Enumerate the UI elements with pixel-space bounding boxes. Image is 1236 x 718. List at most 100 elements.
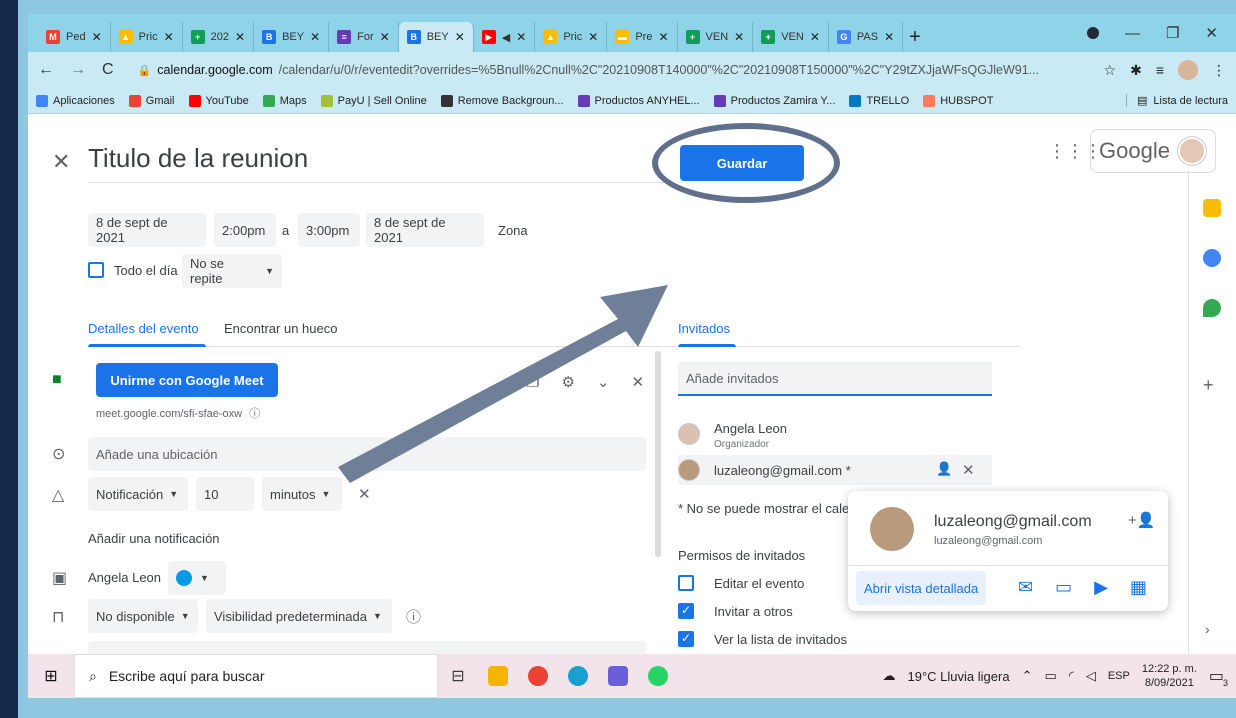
event-title-input[interactable]: Titulo de la reunion xyxy=(88,143,668,183)
open-detail-button[interactable]: Abrir vista detallada xyxy=(856,571,987,605)
taskbar-search[interactable]: ⌕ Escribe aquí para buscar xyxy=(74,654,438,698)
weather-text[interactable]: 19°C Lluvia ligera xyxy=(908,669,1010,684)
perm-invite-checkbox[interactable] xyxy=(678,603,694,619)
video-icon[interactable]: ▶ xyxy=(1094,577,1108,598)
visibility-dropdown[interactable]: Visibilidad predeterminada ▼ xyxy=(206,599,392,633)
tab-close-icon[interactable]: ✕ xyxy=(810,30,820,44)
all-day-checkbox[interactable] xyxy=(88,262,104,278)
extensions-icon[interactable]: ✱ xyxy=(1130,62,1142,79)
tab-close-icon[interactable]: ✕ xyxy=(516,30,526,44)
clock[interactable]: 12:22 p. m. 8/09/2021 xyxy=(1142,662,1197,691)
address-bar[interactable]: 🔒 calendar.google.com/calendar/u/0/r/eve… xyxy=(129,57,1088,83)
add-notification-link[interactable]: Añadir una notificación xyxy=(88,531,220,546)
browser-tab[interactable]: + VEN ✕ xyxy=(678,22,754,52)
tab-close-icon[interactable]: ✕ xyxy=(734,30,744,44)
record-icon[interactable] xyxy=(1086,27,1099,39)
maps-icon[interactable] xyxy=(1203,299,1221,317)
task-view-icon[interactable]: ⊟ xyxy=(438,654,478,698)
tab-close-icon[interactable]: ✕ xyxy=(92,30,102,44)
browser-tab[interactable]: B BEY ✕ xyxy=(398,22,474,52)
bookmark-item[interactable]: Aplicaciones xyxy=(36,94,115,107)
bookmark-item[interactable]: YouTube xyxy=(188,94,249,107)
notification-value-input[interactable]: 10 xyxy=(196,477,254,511)
tray-chevron-icon[interactable]: ⌃ xyxy=(1022,668,1033,684)
new-tab-icon[interactable]: + xyxy=(909,22,921,52)
bookmark-item[interactable]: Gmail xyxy=(128,94,175,107)
browser-tab[interactable]: + VEN ✕ xyxy=(753,22,829,52)
tab-close-icon[interactable]: ✕ xyxy=(164,30,174,44)
close-icon[interactable]: ✕ xyxy=(52,149,70,175)
editor-app-icon[interactable] xyxy=(598,654,638,698)
chat-icon[interactable]: ▭ xyxy=(1055,577,1072,598)
perm-list-checkbox[interactable] xyxy=(678,631,694,647)
tab-close-icon[interactable]: ✕ xyxy=(884,30,894,44)
browser-tab[interactable]: ▬ Pre ✕ xyxy=(607,22,678,52)
menu-icon[interactable]: ⋮ xyxy=(1212,62,1226,79)
browser-tab[interactable]: ▲ Pric ✕ xyxy=(111,22,183,52)
mail-icon[interactable]: ✉ xyxy=(1018,577,1033,598)
bookmark-item[interactable]: TRELLO xyxy=(849,94,909,107)
remove-guest-icon[interactable]: ✕ xyxy=(962,461,975,479)
browser-tab[interactable]: +202 ✕ xyxy=(183,22,255,52)
minimize-icon[interactable]: — xyxy=(1125,25,1140,42)
tab-event-details[interactable]: Detalles del evento xyxy=(88,321,199,336)
restore-icon[interactable]: ❐ xyxy=(1166,24,1179,42)
keep-icon[interactable] xyxy=(1203,199,1221,217)
back-icon[interactable]: ← xyxy=(38,61,54,79)
browser-tab[interactable]: G PAS ✕ xyxy=(829,22,904,52)
file-explorer-icon[interactable] xyxy=(478,654,518,698)
end-time[interactable]: 3:00pm xyxy=(298,213,360,247)
bookmark-item[interactable]: HUBSPOT xyxy=(923,94,993,107)
volume-icon[interactable]: ◁ xyxy=(1086,668,1096,684)
reload-icon[interactable]: C xyxy=(102,61,114,79)
tab-close-icon[interactable]: ✕ xyxy=(658,30,668,44)
tab-close-icon[interactable]: ✕ xyxy=(235,30,245,44)
meet-link[interactable]: meet.google.com/sfi-sfae-oxw ⓘ xyxy=(96,405,260,421)
language-indicator[interactable]: ESP xyxy=(1108,670,1130,682)
chrome-icon[interactable] xyxy=(518,654,558,698)
browser-tab[interactable]: ▲ Pric ✕ xyxy=(535,22,608,52)
bookmark-item[interactable]: PayU | Sell Online xyxy=(320,94,427,107)
forward-icon[interactable]: → xyxy=(70,61,86,79)
battery-icon[interactable]: ▭ xyxy=(1044,668,1056,684)
timezone-link[interactable]: Zona xyxy=(498,223,528,238)
bookmark-item[interactable]: Productos Zamira Y... xyxy=(713,94,835,107)
reading-list-link[interactable]: ▤ Lista de lectura xyxy=(1125,94,1228,107)
browser-tab[interactable]: B BEY ✕ xyxy=(254,22,330,52)
perm-edit-checkbox[interactable] xyxy=(678,575,694,591)
close-window-icon[interactable]: ✕ xyxy=(1205,24,1218,42)
windows-start-icon[interactable]: ⊞ xyxy=(28,666,74,686)
add-guests-input[interactable]: Añade invitados xyxy=(678,362,992,396)
tab-close-icon[interactable]: ✕ xyxy=(380,30,390,44)
tasks-icon[interactable] xyxy=(1203,249,1221,267)
bookmark-item[interactable]: Maps xyxy=(262,94,307,107)
browser-tab[interactable]: ≡ For ✕ xyxy=(329,22,399,52)
google-account-box[interactable]: Google xyxy=(1090,129,1216,173)
end-date[interactable]: 8 de sept de 2021 xyxy=(366,213,484,247)
start-time[interactable]: 2:00pm xyxy=(214,213,276,247)
wifi-icon[interactable]: ◜ xyxy=(1069,668,1074,684)
browser-tab[interactable]: ▶ ◀ ✕ xyxy=(474,22,536,52)
tab-close-icon[interactable]: ✕ xyxy=(310,30,320,44)
help-icon[interactable]: ⓘ xyxy=(249,408,260,420)
bookmark-item[interactable]: Remove Backgroun... xyxy=(440,94,564,107)
browser-tab[interactable]: M Ped ✕ xyxy=(38,22,111,52)
tab-close-icon[interactable]: ✕ xyxy=(588,30,598,44)
color-picker[interactable]: ▼ xyxy=(168,561,226,595)
whatsapp-icon[interactable] xyxy=(638,654,678,698)
help-icon[interactable]: ⓘ xyxy=(406,606,421,627)
tab-close-icon[interactable]: ✕ xyxy=(455,30,465,44)
calendar-icon[interactable]: ▦ xyxy=(1130,577,1147,598)
reading-list-icon[interactable]: ≡ xyxy=(1156,62,1164,78)
notification-type-dropdown[interactable]: Notificación ▼ xyxy=(88,477,188,511)
bookmark-item[interactable]: Productos ANYHEL... xyxy=(577,94,700,107)
profile-avatar[interactable] xyxy=(1178,60,1198,80)
add-contact-icon[interactable]: +👤 xyxy=(1128,511,1155,529)
add-addon-icon[interactable]: + xyxy=(1203,375,1214,396)
bookmark-star-icon[interactable]: ☆ xyxy=(1104,62,1117,79)
notification-center-icon[interactable]: ▭ 3 xyxy=(1209,666,1228,688)
start-date[interactable]: 8 de sept de 2021 xyxy=(88,213,206,247)
availability-dropdown[interactable]: No disponible ▼ xyxy=(88,599,198,633)
guest-optional-icon[interactable]: 👤 xyxy=(936,461,952,477)
expand-panel-icon[interactable]: › xyxy=(1205,621,1210,637)
